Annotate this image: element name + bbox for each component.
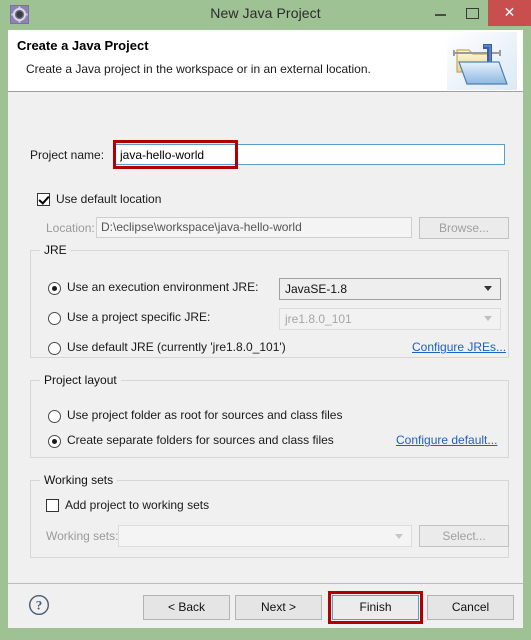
title-bar: New Java Project ✕ <box>0 0 531 30</box>
radio-label: Create separate folders for sources and … <box>67 433 334 447</box>
project-name-label: Project name: <box>30 148 105 162</box>
radio-project-specific-jre[interactable]: Use a project specific JRE: <box>48 310 288 328</box>
project-name-row: Project name: <box>8 140 523 169</box>
working-sets-group-title: Working sets <box>40 473 118 487</box>
java-project-folder-icon <box>447 32 517 90</box>
radio-indicator <box>48 312 61 325</box>
close-icon: ✕ <box>503 5 516 21</box>
chevron-down-icon <box>484 316 492 321</box>
radio-indicator-selected <box>48 435 61 448</box>
dialog-footer: ? < Back Next > Finish Cancel <box>8 583 523 628</box>
configure-jres-link[interactable]: Configure JREs... <box>412 340 506 354</box>
radio-project-folder-root[interactable]: Use project folder as root for sources a… <box>48 408 378 426</box>
radio-indicator-selected <box>48 282 61 295</box>
chevron-down-icon <box>395 534 403 539</box>
location-row: Location: D:\eclipse\workspace\java-hell… <box>8 217 523 239</box>
select-working-sets-button[interactable]: Select... <box>419 525 509 547</box>
project-name-input[interactable] <box>115 144 505 165</box>
working-sets-label: Working sets: <box>46 529 119 543</box>
page-title: Create a Java Project <box>17 38 149 53</box>
radio-separate-folders[interactable]: Create separate folders for sources and … <box>48 433 378 451</box>
add-project-to-working-sets-checkbox[interactable]: Add project to working sets <box>46 498 296 516</box>
finish-button[interactable]: Finish <box>332 595 419 620</box>
checkbox-box-checked <box>37 193 50 206</box>
project-layout-group-title: Project layout <box>40 373 121 387</box>
minimize-icon <box>435 14 446 16</box>
back-button[interactable]: < Back <box>143 595 230 620</box>
location-label: Location: <box>46 221 95 235</box>
checkbox-box <box>46 499 59 512</box>
radio-label: Use project folder as root for sources a… <box>67 408 343 422</box>
svg-text:?: ? <box>36 598 43 613</box>
working-sets-row: Working sets: Select... <box>8 525 523 547</box>
wizard-header: Create a Java Project Create a Java proj… <box>8 30 523 92</box>
dialog-client-area: Create a Java Project Create a Java proj… <box>8 30 523 628</box>
help-question-icon[interactable]: ? <box>28 594 50 616</box>
close-button[interactable]: ✕ <box>488 0 531 26</box>
execution-environment-value: JavaSE-1.8 <box>285 282 348 296</box>
use-default-location-checkbox[interactable]: Use default location <box>37 192 287 210</box>
configure-default-link[interactable]: Configure default... <box>396 433 497 447</box>
radio-default-jre[interactable]: Use default JRE (currently 'jre1.8.0_101… <box>48 340 328 358</box>
page-description: Create a Java project in the workspace o… <box>26 62 371 76</box>
minimize-button[interactable] <box>424 0 456 26</box>
maximize-button[interactable] <box>456 0 488 26</box>
location-input[interactable]: D:\eclipse\workspace\java-hello-world <box>96 217 412 238</box>
next-button[interactable]: Next > <box>235 595 322 620</box>
wizard-body: Project name: Use default location Locat… <box>8 92 523 583</box>
execution-environment-combo[interactable]: JavaSE-1.8 <box>279 278 501 300</box>
radio-label: Use default JRE (currently 'jre1.8.0_101… <box>67 340 286 354</box>
cancel-button[interactable]: Cancel <box>427 595 514 620</box>
browse-button[interactable]: Browse... <box>419 217 509 239</box>
radio-execution-environment-jre[interactable]: Use an execution environment JRE: <box>48 280 288 298</box>
radio-label: Use an execution environment JRE: <box>67 280 259 294</box>
maximize-icon <box>466 8 479 19</box>
radio-indicator <box>48 342 61 355</box>
use-default-location-label: Use default location <box>56 192 162 206</box>
working-sets-combo <box>118 525 412 547</box>
jre-group-title: JRE <box>40 243 71 257</box>
project-specific-jre-value: jre1.8.0_101 <box>285 312 352 326</box>
new-java-project-dialog: New Java Project ✕ Create a Java Project… <box>0 0 531 640</box>
project-specific-jre-combo: jre1.8.0_101 <box>279 308 501 330</box>
radio-label: Use a project specific JRE: <box>67 310 211 324</box>
radio-indicator <box>48 410 61 423</box>
chevron-down-icon <box>484 286 492 291</box>
add-project-to-working-sets-label: Add project to working sets <box>65 498 210 512</box>
